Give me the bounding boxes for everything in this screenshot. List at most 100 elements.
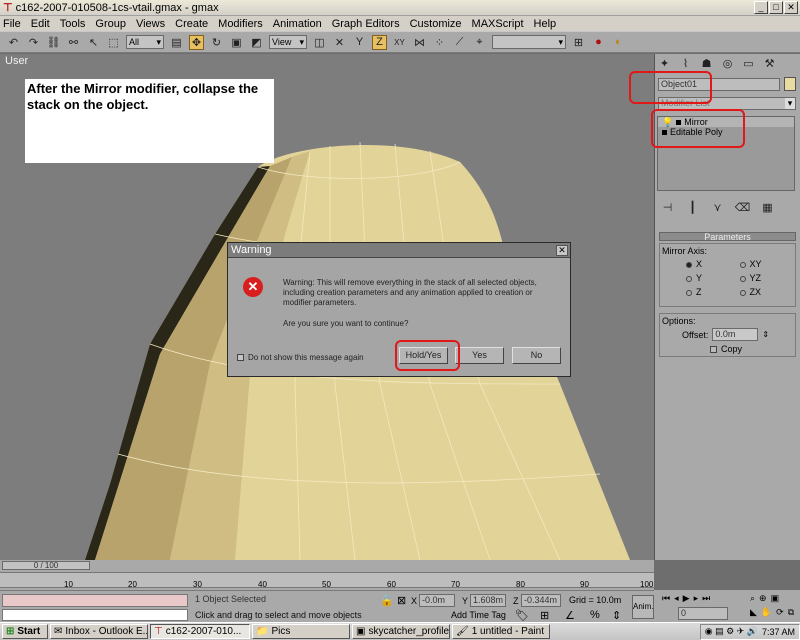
menu-maxscript[interactable]: MAXScript [472,18,524,30]
menu-graph-editors[interactable]: Graph Editors [332,18,400,30]
modify-tab-icon[interactable]: ⌇ [678,56,693,71]
offset-spinner-icon[interactable]: ⇕ [762,330,769,339]
zoom-icon[interactable]: ⌕ [750,593,755,604]
link-icon[interactable]: ⛓ [46,35,61,50]
absolute-mode-icon[interactable]: ⊠ [397,594,406,607]
mirror-icon[interactable]: ⋈ [412,35,427,50]
close-window-button[interactable]: ✕ [784,1,798,14]
remove-modifier-icon[interactable]: ⌫ [735,200,751,215]
selection-filter-dropdown[interactable]: All ▾ [126,35,164,49]
angle-snap-icon[interactable]: ∠ [565,609,575,622]
make-unique-icon[interactable]: ⋎ [710,200,725,215]
configure-sets-icon[interactable]: ▦ [760,200,775,215]
start-button[interactable]: ⊞ Start [2,624,48,639]
axis-x-icon[interactable]: ✕ [332,35,347,50]
current-frame-field[interactable]: 0 [678,607,728,620]
menu-customize[interactable]: Customize [410,18,462,30]
axis-z-radio[interactable]: Z [686,287,740,297]
axis-xy-radio[interactable]: XY [739,259,794,269]
dont-show-checkbox[interactable] [237,354,244,361]
menu-help[interactable]: Help [534,18,557,30]
object-color-swatch[interactable] [784,77,796,91]
time-slider[interactable]: 0 / 100 [2,561,90,570]
no-button[interactable]: No [512,347,561,364]
animate-button[interactable]: Anim. [632,595,654,619]
menu-views[interactable]: Views [136,18,165,30]
axis-xy-icon[interactable]: XY [392,35,407,50]
align-icon[interactable]: ⟋ [452,35,467,50]
offset-input[interactable]: 0.0m [712,328,759,341]
maxscript-mini-input[interactable] [2,609,188,621]
copy-checkbox[interactable] [710,345,717,353]
scale-icon[interactable]: ▣ [229,35,244,50]
task-paint[interactable]: 🖌 1 untitled - Paint [452,624,550,639]
menu-animation[interactable]: Animation [273,18,322,30]
maximize-button[interactable]: □ [769,1,783,14]
task-skycatcher[interactable]: ▣ skycatcher_profile... [352,624,450,639]
goto-end-icon[interactable]: ⏭ [702,593,710,604]
lock-selection-icon[interactable]: 🔒 [380,594,394,607]
minimize-button[interactable]: _ [754,1,768,14]
next-frame-icon[interactable]: ▸ [694,593,699,604]
menu-create[interactable]: Create [175,18,208,30]
add-time-tag[interactable]: Add Time Tag [451,610,506,620]
z-coordinate-field[interactable]: -0.344m [521,594,561,607]
percent-snap-icon[interactable]: % [590,609,600,621]
y-coordinate-field[interactable]: 1.608m [470,594,506,607]
axis-zx-radio[interactable]: ZX [739,287,794,297]
goto-start-icon[interactable]: ⏮ [662,593,670,604]
dialog-close-button[interactable]: ✕ [556,244,568,256]
spinner-snap-icon[interactable]: ⇕ [612,609,621,622]
menu-tools[interactable]: Tools [60,18,86,30]
region-select-icon[interactable]: ⬚ [106,35,121,50]
clock[interactable]: 7:37 AM [762,627,795,637]
render-icon[interactable]: ● [591,35,606,50]
select-arrow-icon[interactable]: ↖ [86,35,101,50]
max-toggle-icon[interactable]: ⧉ [788,607,794,618]
snap-icon[interactable]: ⌖ [472,35,487,50]
motion-tab-icon[interactable]: ◎ [720,56,735,71]
pin-stack-icon[interactable]: ⊣ [660,200,675,215]
viewport-label[interactable]: User [5,55,28,67]
select-by-name-icon[interactable]: ▤ [169,35,184,50]
task-gmax[interactable]: ⊤ c162-2007-010... [150,624,250,639]
array-icon[interactable]: ⁘ [432,35,447,50]
undo-icon[interactable]: ↶ [6,35,21,50]
prev-frame-icon[interactable]: ◂ [674,593,679,604]
named-selection-dropdown[interactable]: ▾ [492,35,566,49]
field-of-view-icon[interactable]: ◣ [750,607,757,618]
parameters-header[interactable]: Parameters [659,232,796,242]
move-icon[interactable]: ✥ [189,34,204,50]
material-editor-icon[interactable]: ⊞ [571,35,586,50]
axis-yz-radio[interactable]: YZ [739,273,794,283]
zoom-extents-icon[interactable]: ▣ [771,593,780,604]
snap-toggle-icon[interactable]: ⊞ [540,609,549,622]
yes-button[interactable]: Yes [455,347,504,364]
time-tag-icon[interactable]: 🏷 [515,609,529,622]
axis-x-radio[interactable]: X [686,259,740,269]
rotate-icon[interactable]: ↻ [209,35,224,50]
axis-y-icon[interactable]: Y [352,35,367,50]
utilities-tab-icon[interactable]: ⚒ [762,56,777,71]
display-tab-icon[interactable]: ▭ [741,56,756,71]
maxscript-listener[interactable] [2,594,188,607]
menu-file[interactable]: File [3,18,21,30]
zoom-all-icon[interactable]: ⊕ [759,593,767,604]
show-end-result-icon[interactable]: ┃ [685,200,700,215]
x-coordinate-field[interactable]: -0.0m [419,594,455,607]
axis-y-radio[interactable]: Y [686,273,740,283]
hierarchy-tab-icon[interactable]: ☗ [699,56,714,71]
coord-system-dropdown[interactable]: View ▾ [269,35,307,49]
menu-modifiers[interactable]: Modifiers [218,18,263,30]
menu-group[interactable]: Group [95,18,126,30]
play-icon[interactable]: ▶ [683,593,690,604]
menu-edit[interactable]: Edit [31,18,50,30]
task-pics[interactable]: 📁 Pics [252,624,350,639]
create-tab-icon[interactable]: ✦ [657,56,672,71]
nonuniform-scale-icon[interactable]: ◩ [249,35,264,50]
unlink-icon[interactable]: ⚯ [66,35,81,50]
quick-render-icon[interactable]: ◐ [611,35,626,50]
timeline-ruler[interactable]: 10 20 30 40 50 60 70 80 90 100 [0,572,654,589]
pan-icon[interactable]: ✋ [761,607,772,618]
arc-rotate-icon[interactable]: ⟳ [776,607,784,618]
